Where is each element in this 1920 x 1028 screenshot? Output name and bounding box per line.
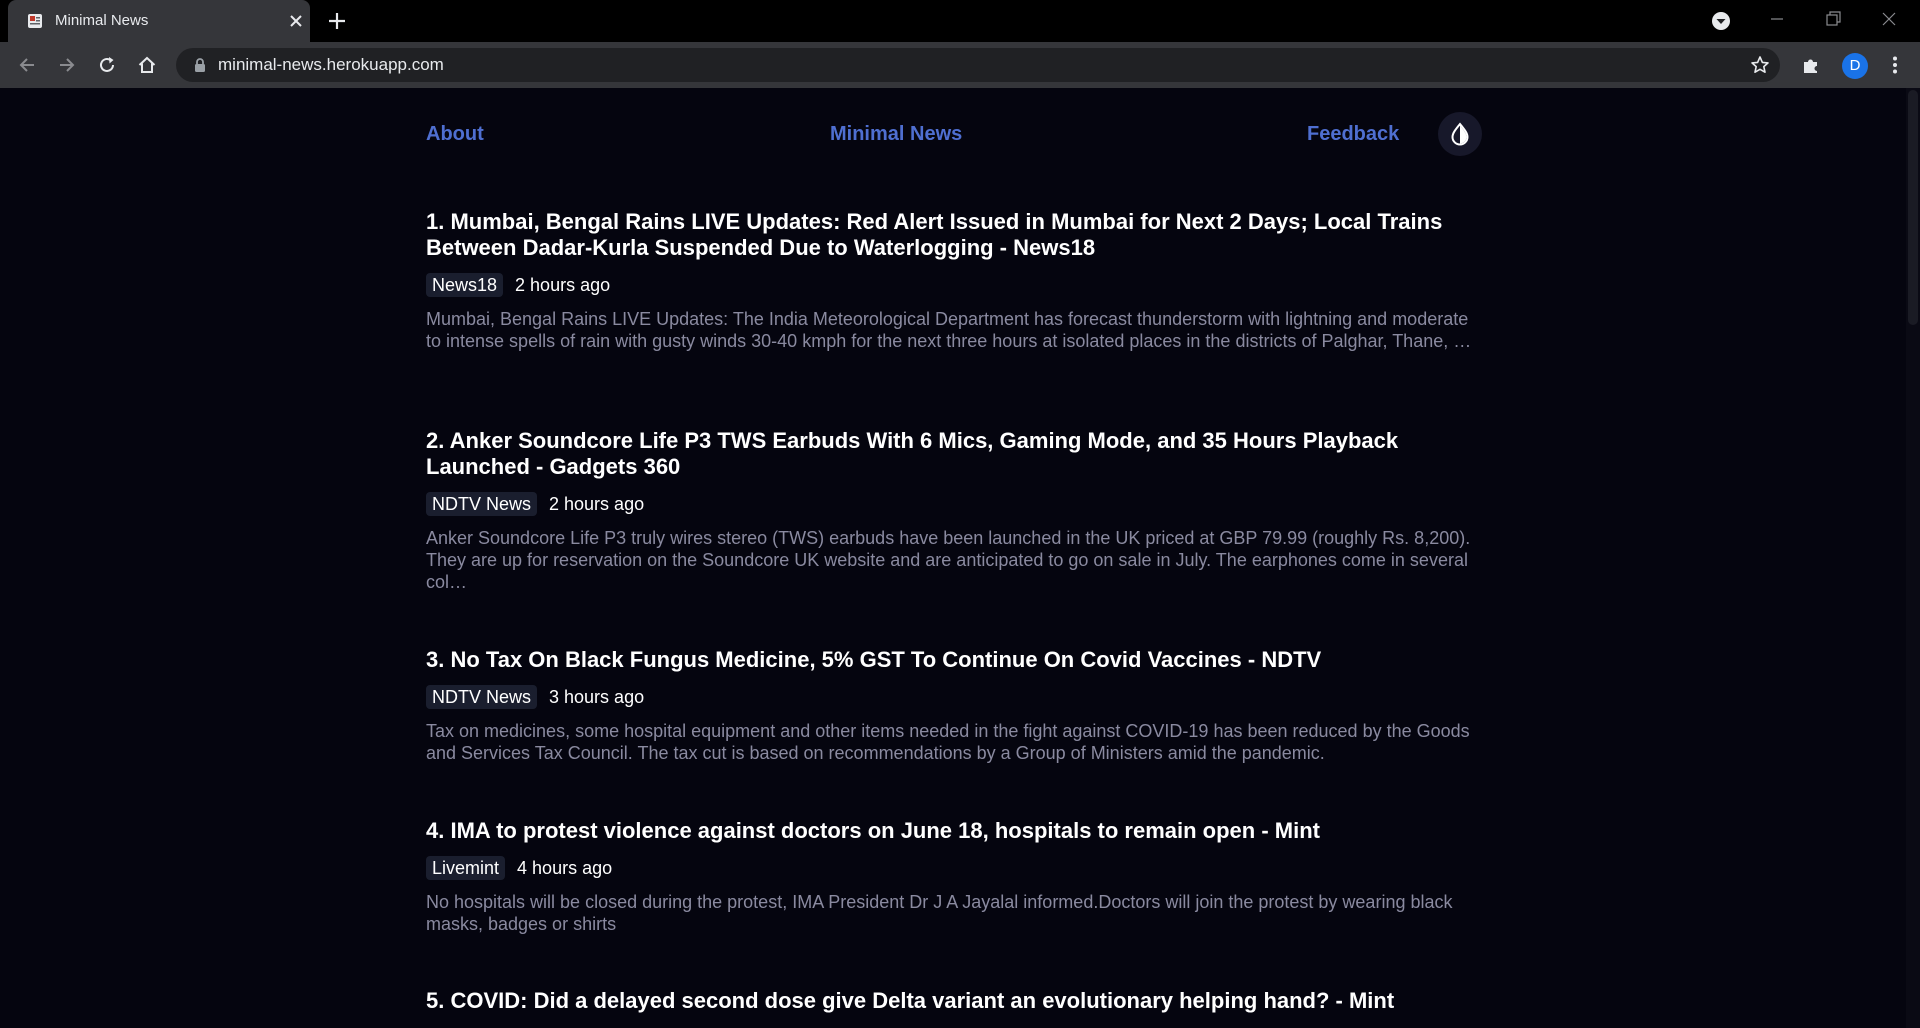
tab-title: Minimal News (55, 12, 149, 29)
article-time: 2 hours ago (515, 275, 611, 295)
article-description: No hospitals will be closed during the p… (426, 892, 1453, 934)
drop-icon (1451, 122, 1469, 146)
article-meta: Livemint 4 hours ago (426, 855, 1486, 881)
article-title[interactable]: 4. IMA to protest violence against docto… (426, 818, 1486, 844)
page-content: About Minimal News Feedback 1. Mumbai, B… (0, 88, 1920, 1028)
minimize-icon[interactable] (1766, 8, 1788, 30)
forward-arrow-icon[interactable] (56, 54, 78, 76)
lock-icon[interactable] (192, 57, 208, 73)
source-badge: Livemint (426, 856, 506, 880)
restore-icon[interactable] (1822, 8, 1844, 30)
url-text[interactable]: minimal-news.herokuapp.com (218, 56, 444, 74)
article-meta: News18 2 hours ago (426, 272, 1486, 298)
puzzle-icon[interactable] (1800, 54, 1822, 76)
about-link[interactable]: About (426, 122, 484, 146)
scrollbar-thumb[interactable] (1908, 90, 1918, 325)
home-link[interactable]: Minimal News (830, 122, 962, 146)
home-icon[interactable] (136, 54, 158, 76)
scrollbar[interactable] (1906, 88, 1920, 1028)
back-arrow-icon[interactable] (16, 54, 38, 76)
profile-avatar[interactable]: D (1842, 53, 1868, 79)
close-icon[interactable] (288, 13, 304, 29)
source-badge: NDTV News (426, 685, 538, 709)
news-article: 2. Anker Soundcore Life P3 TWS Earbuds W… (426, 428, 1486, 593)
news-article: 1. Mumbai, Bengal Rains LIVE Updates: Re… (426, 209, 1486, 352)
browser-tab[interactable]: Minimal News (8, 0, 310, 42)
article-title[interactable]: 5. COVID: Did a delayed second dose give… (426, 988, 1486, 1014)
window-close-icon[interactable] (1878, 8, 1900, 30)
article-time: 4 hours ago (517, 858, 613, 878)
tab-bar: Minimal News (0, 0, 1920, 42)
kebab-menu-icon[interactable] (1884, 54, 1906, 76)
article-title[interactable]: 2. Anker Soundcore Life P3 TWS Earbuds W… (426, 428, 1486, 480)
browser-toolbar: minimal-news.herokuapp.com D (0, 42, 1920, 88)
article-time: 3 hours ago (549, 687, 645, 707)
reload-icon[interactable] (96, 54, 118, 76)
article-title[interactable]: 1. Mumbai, Bengal Rains LIVE Updates: Re… (426, 209, 1486, 261)
article-meta: NDTV News 3 hours ago (426, 684, 1486, 710)
source-badge: NDTV News (426, 492, 538, 516)
news-article: 3. No Tax On Black Fungus Medicine, 5% G… (426, 647, 1486, 764)
news-article: 5. COVID: Did a delayed second dose give… (426, 988, 1486, 1014)
article-time: 2 hours ago (549, 494, 645, 514)
article-title[interactable]: 3. No Tax On Black Fungus Medicine, 5% G… (426, 647, 1486, 673)
article-description: Tax on medicines, some hospital equipmen… (426, 721, 1470, 763)
feedback-link[interactable]: Feedback (1307, 122, 1399, 146)
document-icon (28, 14, 42, 28)
news-article: 4. IMA to protest violence against docto… (426, 818, 1486, 935)
star-icon[interactable] (1750, 55, 1770, 75)
article-description: Anker Soundcore Life P3 truly wires ster… (426, 528, 1471, 592)
article-description: Mumbai, Bengal Rains LIVE Updates: The I… (426, 309, 1472, 351)
address-bar[interactable]: minimal-news.herokuapp.com (176, 48, 1780, 82)
tab-search-icon[interactable] (1710, 10, 1732, 32)
source-badge: News18 (426, 273, 504, 297)
theme-toggle-button[interactable] (1438, 112, 1482, 156)
plus-icon[interactable] (326, 10, 348, 32)
article-meta: NDTV News 2 hours ago (426, 491, 1486, 517)
